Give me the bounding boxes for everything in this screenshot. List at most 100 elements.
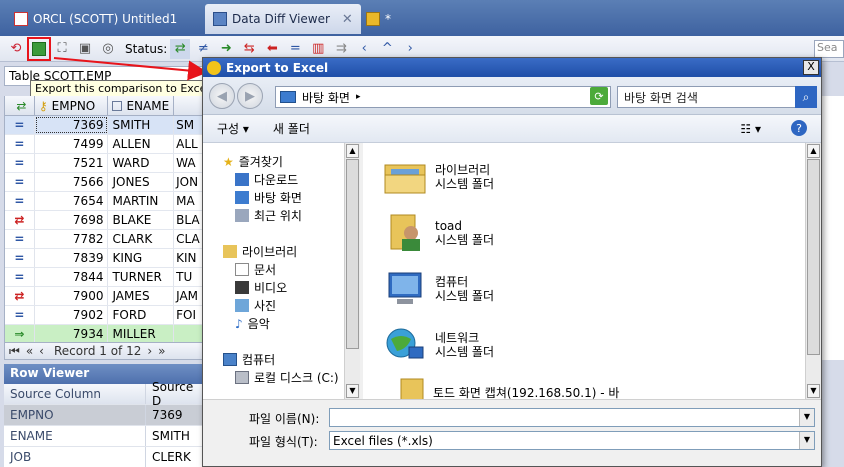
cell-ename[interactable]: ALLEN — [108, 135, 175, 153]
dialog-close-button[interactable]: X — [803, 60, 819, 75]
refresh-icon[interactable]: ⟲ — [6, 39, 26, 59]
next-page-icon[interactable]: » — [158, 344, 165, 358]
cell-empno[interactable]: 7844 — [35, 268, 109, 286]
cell-empno[interactable]: 7839 — [35, 249, 109, 267]
cell-extra[interactable]: WA — [174, 154, 204, 172]
table-row[interactable]: = 7369 SMITH SM — [5, 116, 204, 135]
cell-extra[interactable]: BLA — [174, 211, 204, 229]
row-viewer-col-source-data[interactable]: Source D — [146, 380, 204, 408]
file-item-toad[interactable]: toad 시스템 폴더 — [383, 213, 494, 253]
nav-local-disk[interactable]: 로컬 디스크 (C:) — [235, 369, 339, 386]
file-list-scrollbar[interactable]: ▲ ▼ — [805, 143, 821, 399]
cell-ename[interactable]: CLARK — [108, 230, 175, 248]
cell-extra[interactable]: JAM — [174, 287, 204, 305]
nav-pictures[interactable]: 사진 — [235, 297, 276, 314]
table-row[interactable]: = 7521 WARD WA — [5, 154, 204, 173]
status-changed-icon[interactable]: ⇆ — [239, 39, 259, 59]
tab-data-diff-viewer[interactable]: Data Diff Viewer ✕ — [205, 4, 361, 34]
refresh-button[interactable]: ⟳ — [590, 87, 608, 105]
cell-extra[interactable]: JON — [174, 173, 204, 191]
cell-extra[interactable]: FOI — [174, 306, 204, 324]
table-row[interactable]: = 7839 KING KIN — [5, 249, 204, 268]
cell-ename[interactable]: JONES — [108, 173, 175, 191]
chevron-down-icon[interactable]: ▼ — [799, 432, 814, 449]
cell-ename[interactable]: SMITH — [108, 116, 175, 134]
filename-input[interactable]: ▼ — [329, 408, 815, 427]
nav-videos[interactable]: 비디오 — [235, 279, 287, 296]
cell-ename[interactable]: BLAKE — [108, 211, 175, 229]
scroll-down-icon[interactable]: ▼ — [807, 384, 820, 398]
cell-ename[interactable]: FORD — [108, 306, 175, 324]
nav-computer[interactable]: 컴퓨터 — [223, 351, 275, 368]
export-excel-button[interactable] — [27, 36, 51, 61]
nav-scroll-thumb[interactable] — [346, 159, 359, 349]
cell-empno[interactable]: 7654 — [35, 192, 109, 210]
table-row[interactable]: = 7844 TURNER TU — [5, 268, 204, 287]
forward-button[interactable]: ▶ — [237, 83, 263, 109]
sync-icon[interactable]: ⇉ — [331, 39, 351, 59]
file-item-libraries[interactable]: 라이브러리 시스템 폴더 — [383, 157, 494, 197]
table-row[interactable]: ⇒ 7934 MILLER — [5, 325, 204, 342]
new-folder-button[interactable]: 새 폴더 — [273, 120, 310, 137]
column-header-ename[interactable]: ENAME — [108, 96, 175, 115]
cell-empno[interactable]: 7566 — [35, 173, 109, 191]
cell-empno[interactable]: 7499 — [35, 135, 109, 153]
table-row[interactable]: ⇄ 7698 BLAKE BLA — [5, 211, 204, 230]
fit-icon[interactable]: ⛶ — [52, 39, 72, 59]
cell-empno[interactable]: 7521 — [35, 154, 109, 172]
status-column-header[interactable]: ⇄ — [5, 96, 35, 115]
location-input[interactable]: 바탕 화면 ▸ ▼ — [275, 86, 611, 108]
cell-ename[interactable]: JAMES — [108, 287, 175, 305]
dialog-search-input[interactable]: 바탕 화면 검색 ⌕ — [617, 86, 817, 108]
row-viewer-row[interactable]: ENAME SMITH — [4, 426, 204, 447]
scroll-up-icon[interactable]: ▲ — [346, 144, 359, 158]
status-target-only-icon[interactable]: ⬅ — [262, 39, 282, 59]
chevron-down-icon[interactable]: ▼ — [799, 409, 814, 426]
cell-extra[interactable]: ALL — [174, 135, 204, 153]
column-header-extra[interactable] — [174, 96, 204, 115]
column-header-empno[interactable]: ⚷ EMPNO — [35, 96, 109, 115]
nav-desktop[interactable]: 바탕 화면 — [235, 189, 302, 206]
table-row[interactable]: = 7566 JONES JON — [5, 173, 204, 192]
script-icon[interactable]: ▣ — [75, 39, 95, 59]
row-viewer-row[interactable]: EMPNO 7369 — [4, 405, 204, 426]
options-icon[interactable]: ◎ — [98, 39, 118, 59]
status-source-only-icon[interactable]: ➜ — [216, 39, 236, 59]
status-equal-filter-icon[interactable]: ≠ — [193, 39, 213, 59]
filetype-select[interactable]: Excel files (*.xls) ▼ — [329, 431, 815, 450]
file-item-computer[interactable]: 컴퓨터 시스템 폴더 — [383, 269, 494, 309]
view-options-icon[interactable]: ☷ ▾ — [740, 122, 761, 136]
prev-diff-icon[interactable]: ‹ — [354, 39, 374, 59]
nav-recent[interactable]: 최근 위치 — [235, 207, 302, 224]
status-diff-icon[interactable]: ⇄ — [170, 38, 191, 59]
row-viewer-row[interactable]: JOB CLERK — [4, 447, 204, 467]
cell-extra[interactable]: KIN — [174, 249, 204, 267]
cell-ename[interactable]: MILLER — [108, 325, 175, 342]
table-row[interactable]: = 7782 CLARK CLA — [5, 230, 204, 249]
cell-empno[interactable]: 7369 — [35, 116, 109, 134]
cell-empno[interactable]: 7900 — [35, 287, 109, 305]
cell-empno[interactable]: 7902 — [35, 306, 109, 324]
nav-favorites[interactable]: ★ 즐겨찾기 — [223, 153, 283, 170]
scroll-down-icon[interactable]: ▼ — [346, 384, 359, 398]
cell-extra[interactable]: TU — [174, 268, 204, 286]
table-row[interactable]: = 7902 FORD FOI — [5, 306, 204, 325]
nav-documents[interactable]: 문서 — [235, 261, 276, 278]
nav-music[interactable]: ♪ 음악 — [235, 315, 270, 332]
breadcrumb-arrow-icon[interactable]: ▸ — [356, 92, 361, 102]
first-record-icon[interactable]: ⏮ — [9, 344, 20, 359]
cell-ename[interactable]: MARTIN — [108, 192, 175, 210]
file-item-network[interactable]: 네트워크 시스템 폴더 — [383, 325, 494, 365]
cell-extra[interactable] — [174, 325, 204, 342]
help-icon[interactable]: ? — [791, 120, 807, 136]
next-record-icon[interactable]: › — [147, 344, 152, 358]
up-diff-icon[interactable]: ^ — [377, 39, 397, 59]
table-row[interactable]: ⇄ 7900 JAMES JAM — [5, 287, 204, 306]
row-viewer-col-source-column[interactable]: Source Column — [4, 384, 146, 404]
next-diff-icon[interactable]: › — [400, 39, 420, 59]
columns-icon[interactable]: ▥ — [308, 39, 328, 59]
back-button[interactable]: ◀ — [209, 83, 235, 109]
status-equal-icon[interactable]: = — [285, 39, 305, 59]
cell-ename[interactable]: TURNER — [108, 268, 175, 286]
close-icon[interactable]: ✕ — [342, 12, 353, 27]
